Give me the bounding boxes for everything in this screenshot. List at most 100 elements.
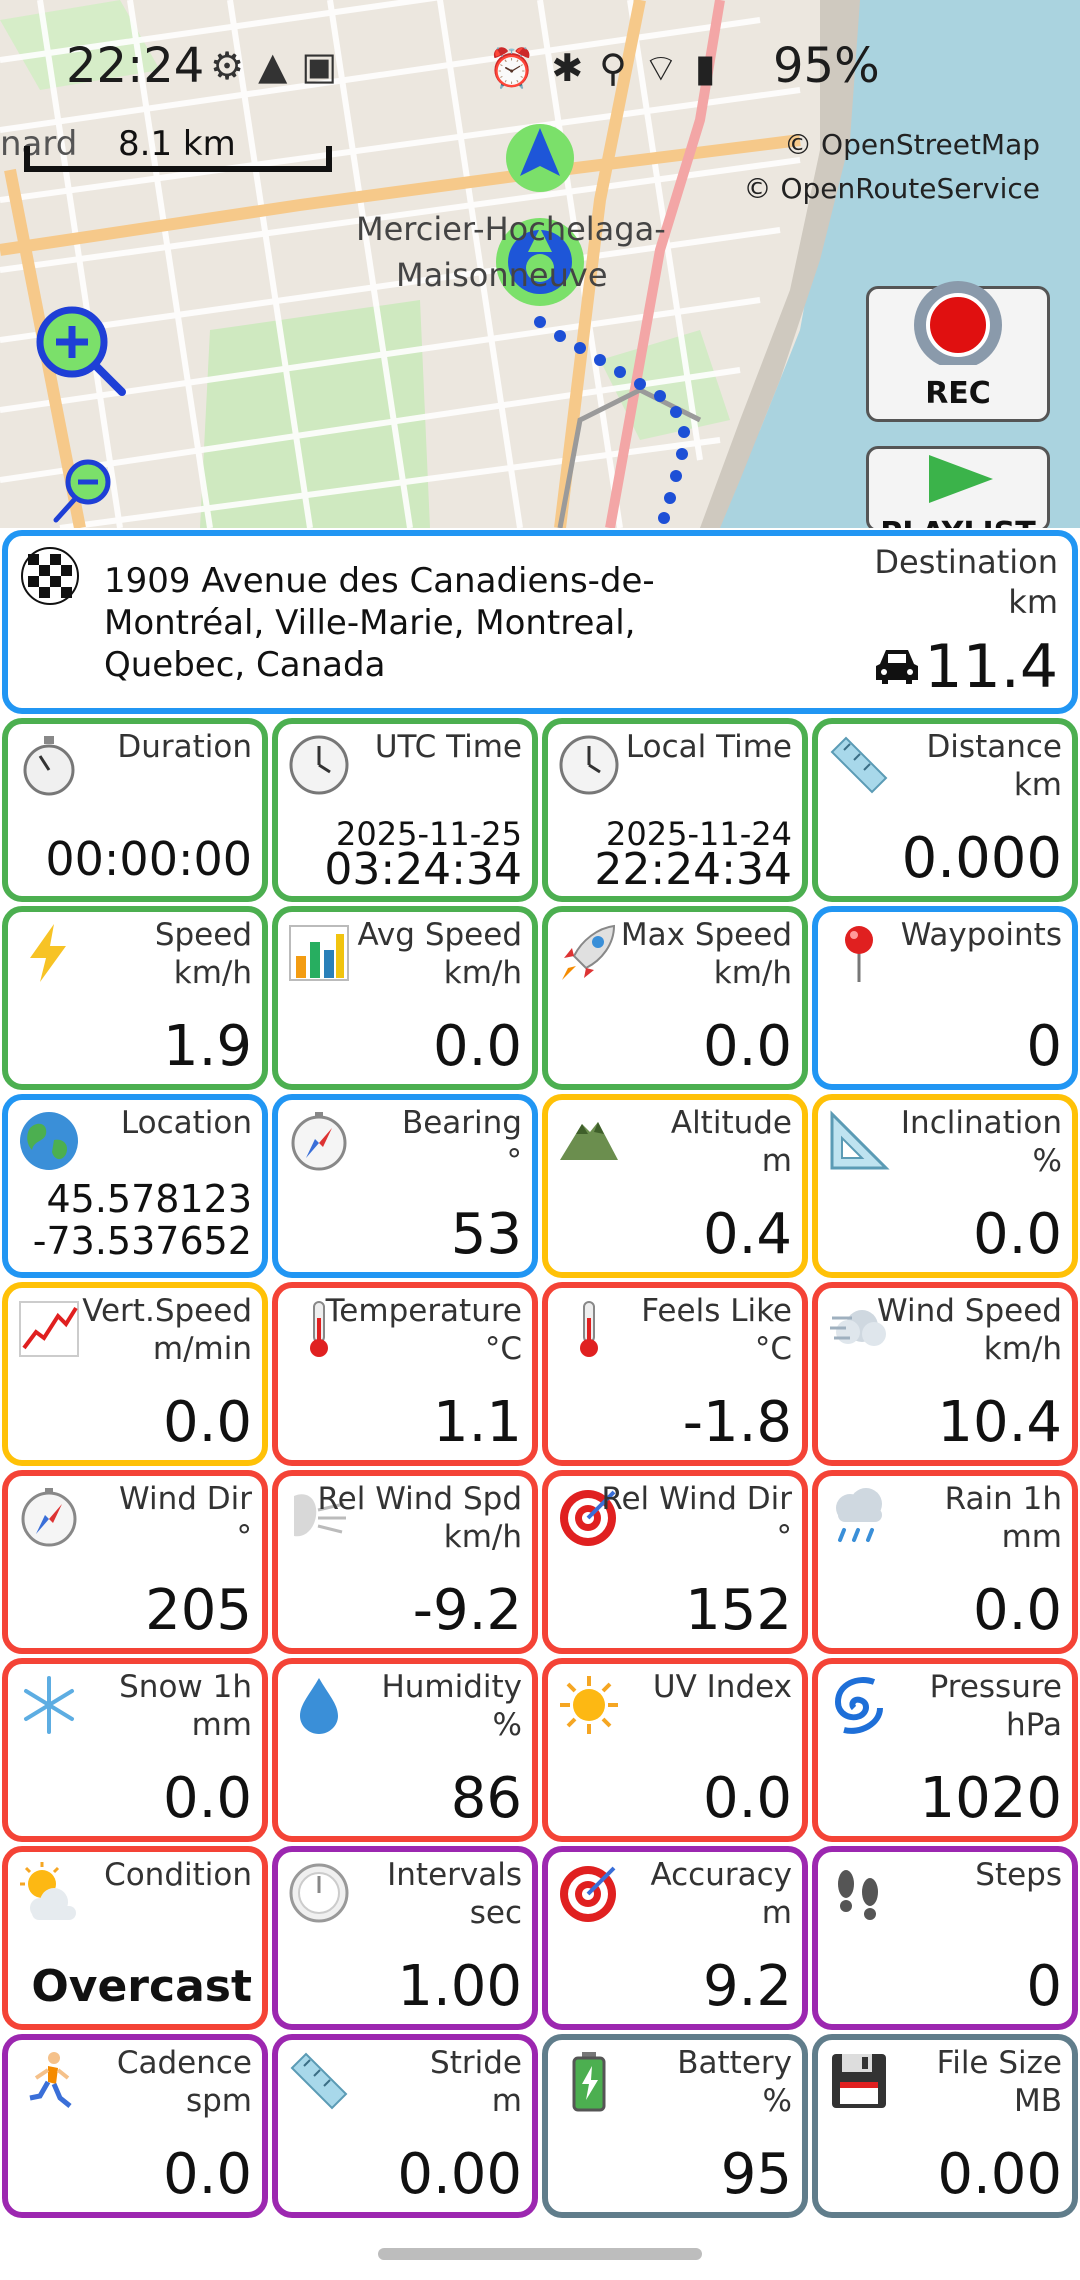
tile-temperature[interactable]: Temperature °C 1.1 [272, 1282, 538, 1466]
clock-icon [559, 735, 619, 795]
compass-icon [291, 1112, 347, 1171]
destination-tile[interactable]: 1909 Avenue des Canadiens-de-Montréal, V… [2, 530, 1078, 714]
tile-label: Local Time [625, 729, 792, 765]
tile-max-speed[interactable]: Max Speed km/h 0.0 [542, 906, 808, 1090]
tile-utc-time[interactable]: UTC Time 2025-11-25 03:24:34 [272, 718, 538, 902]
checkered-flag-icon [21, 547, 79, 605]
timer-icon [289, 1863, 349, 1923]
tile-value: 1020 [919, 1766, 1062, 1831]
lightning-icon [30, 924, 66, 982]
tile-label: Wind Speed [877, 1293, 1062, 1329]
tile-humidity[interactable]: Humidity % 86 [272, 1658, 538, 1842]
tile-label: Inclination [900, 1105, 1062, 1141]
target-icon [560, 1866, 616, 1922]
tile-rain[interactable]: Rain 1h mm 0.0 [812, 1470, 1078, 1654]
tile-unit: km [1013, 767, 1062, 803]
tile-value: 1.00 [397, 1954, 522, 2019]
tile-pressure[interactable]: Pressure hPa 1020 [812, 1658, 1078, 1842]
tile-unit: km/h [173, 955, 252, 991]
rain-cloud-icon [836, 1488, 882, 1542]
tile-uv-index[interactable]: UV Index 0.0 [542, 1658, 808, 1842]
map-view[interactable]: 22:24 ⚙▲▣ ⏰✱⚲⌔▮ 95% nard 8.1 km © OpenSt… [0, 0, 1080, 528]
tile-snow[interactable]: Snow 1h mm 0.0 [2, 1658, 268, 1842]
zoom-out-button[interactable] [52, 458, 118, 524]
home-indicator[interactable] [378, 2248, 702, 2260]
status-notification-icons: ⚙▲▣ [210, 44, 352, 88]
attribution-ors[interactable]: © OpenRouteService [744, 172, 1040, 205]
tile-value: 205 [145, 1578, 252, 1643]
sun-icon [560, 1676, 618, 1734]
tile-condition[interactable]: Condition Overcast [2, 1846, 268, 2030]
tile-unit: spm [185, 2083, 252, 2119]
tile-unit: mm [1001, 1519, 1062, 1555]
tile-cadence[interactable]: Cadence spm 0.0 [2, 2034, 268, 2218]
status-time: 22:24 [66, 38, 205, 94]
tile-value: 0.000 [901, 826, 1062, 891]
tile-waypoints[interactable]: Waypoints 0 [812, 906, 1078, 1090]
tile-label: Feels Like [641, 1293, 792, 1329]
tile-distance[interactable]: Distance km 0.000 [812, 718, 1078, 902]
tile-battery[interactable]: Battery % 95 [542, 2034, 808, 2218]
tile-wind-dir[interactable]: Wind Dir ° 205 [2, 1470, 268, 1654]
tile-feels-like[interactable]: Feels Like °C -1.8 [542, 1282, 808, 1466]
tile-label: Temperature [325, 1293, 522, 1329]
tile-location[interactable]: Location 45.578123 -73.537652 [2, 1094, 268, 1278]
tile-value: 0.4 [702, 1202, 792, 1267]
tile-label: Duration [117, 729, 252, 765]
tile-label: Rain 1h [944, 1481, 1062, 1517]
tile-value: 0.0 [162, 1390, 252, 1455]
floppy-disk-icon [832, 2054, 886, 2108]
clock-icon [289, 735, 349, 795]
tile-rel-wind-dir[interactable]: Rel Wind Dir ° 152 [542, 1470, 808, 1654]
tile-label: Location [120, 1105, 252, 1141]
tile-value: -9.2 [412, 1578, 522, 1643]
tile-unit: m [761, 1895, 792, 1931]
tile-stride[interactable]: Stride m 0.00 [272, 2034, 538, 2218]
tile-label: Avg Speed [357, 917, 522, 953]
tile-steps[interactable]: Steps 0 [812, 1846, 1078, 2030]
status-system-icons: ⏰✱⚲⌔▮ [488, 46, 732, 90]
footprints-icon [838, 1870, 878, 1920]
tile-unit: km/h [443, 955, 522, 991]
zoom-in-button[interactable] [32, 302, 128, 398]
tile-value: 0.0 [702, 1766, 792, 1831]
tile-label: Battery [677, 2045, 792, 2081]
trend-up-icon [19, 1301, 79, 1357]
tile-value: 03:24:34 [324, 844, 522, 895]
tile-value: 86 [450, 1766, 522, 1831]
tile-file-size[interactable]: File Size MB 0.00 [812, 2034, 1078, 2218]
stopwatch-icon [23, 736, 75, 796]
tile-intervals[interactable]: Intervals sec 1.00 [272, 1846, 538, 2030]
tile-speed[interactable]: Speed km/h 1.9 [2, 906, 268, 1090]
tile-bearing[interactable]: Bearing ° 53 [272, 1094, 538, 1278]
tile-unit: °C [484, 1331, 522, 1367]
car-icon [876, 650, 918, 684]
zoom-out-icon [53, 459, 111, 523]
droplet-icon [300, 1678, 338, 1734]
longitude-value: -73.537652 [32, 1219, 252, 1263]
tile-unit: % [762, 2083, 792, 2119]
tile-value: 0.0 [972, 1578, 1062, 1643]
tile-label: Stride [430, 2045, 522, 2081]
tile-local-time[interactable]: Local Time 2025-11-24 22:24:34 [542, 718, 808, 902]
tile-label: Pressure [929, 1669, 1062, 1705]
destination-value: 11.4 [924, 632, 1058, 702]
playlist-button[interactable]: PLAYLIST [866, 446, 1050, 528]
tile-label: Waypoints [900, 917, 1062, 953]
tile-value: 22:24:34 [594, 844, 792, 895]
tile-wind-speed[interactable]: Wind Speed km/h 10.4 [812, 1282, 1078, 1466]
tile-rel-wind-spd[interactable]: Rel Wind Spd km/h -9.2 [272, 1470, 538, 1654]
tile-altitude[interactable]: Altitude m 0.4 [542, 1094, 808, 1278]
tile-label: Condition [104, 1857, 252, 1893]
tile-unit: m [491, 2083, 522, 2119]
tile-vert-speed[interactable]: Vert.Speed m/min 0.0 [2, 1282, 268, 1466]
record-button[interactable]: REC [866, 281, 1050, 422]
tile-duration[interactable]: Duration 00:00:00 [2, 718, 268, 902]
tile-inclination[interactable]: Inclination % 0.0 [812, 1094, 1078, 1278]
compass-icon [21, 1488, 77, 1547]
tile-avg-speed[interactable]: Avg Speed km/h 0.0 [272, 906, 538, 1090]
ruler-icon [830, 736, 888, 794]
attribution-osm[interactable]: © OpenStreetMap [784, 128, 1040, 161]
tile-accuracy[interactable]: Accuracy m 9.2 [542, 1846, 808, 2030]
tile-label: Max Speed [620, 917, 792, 953]
